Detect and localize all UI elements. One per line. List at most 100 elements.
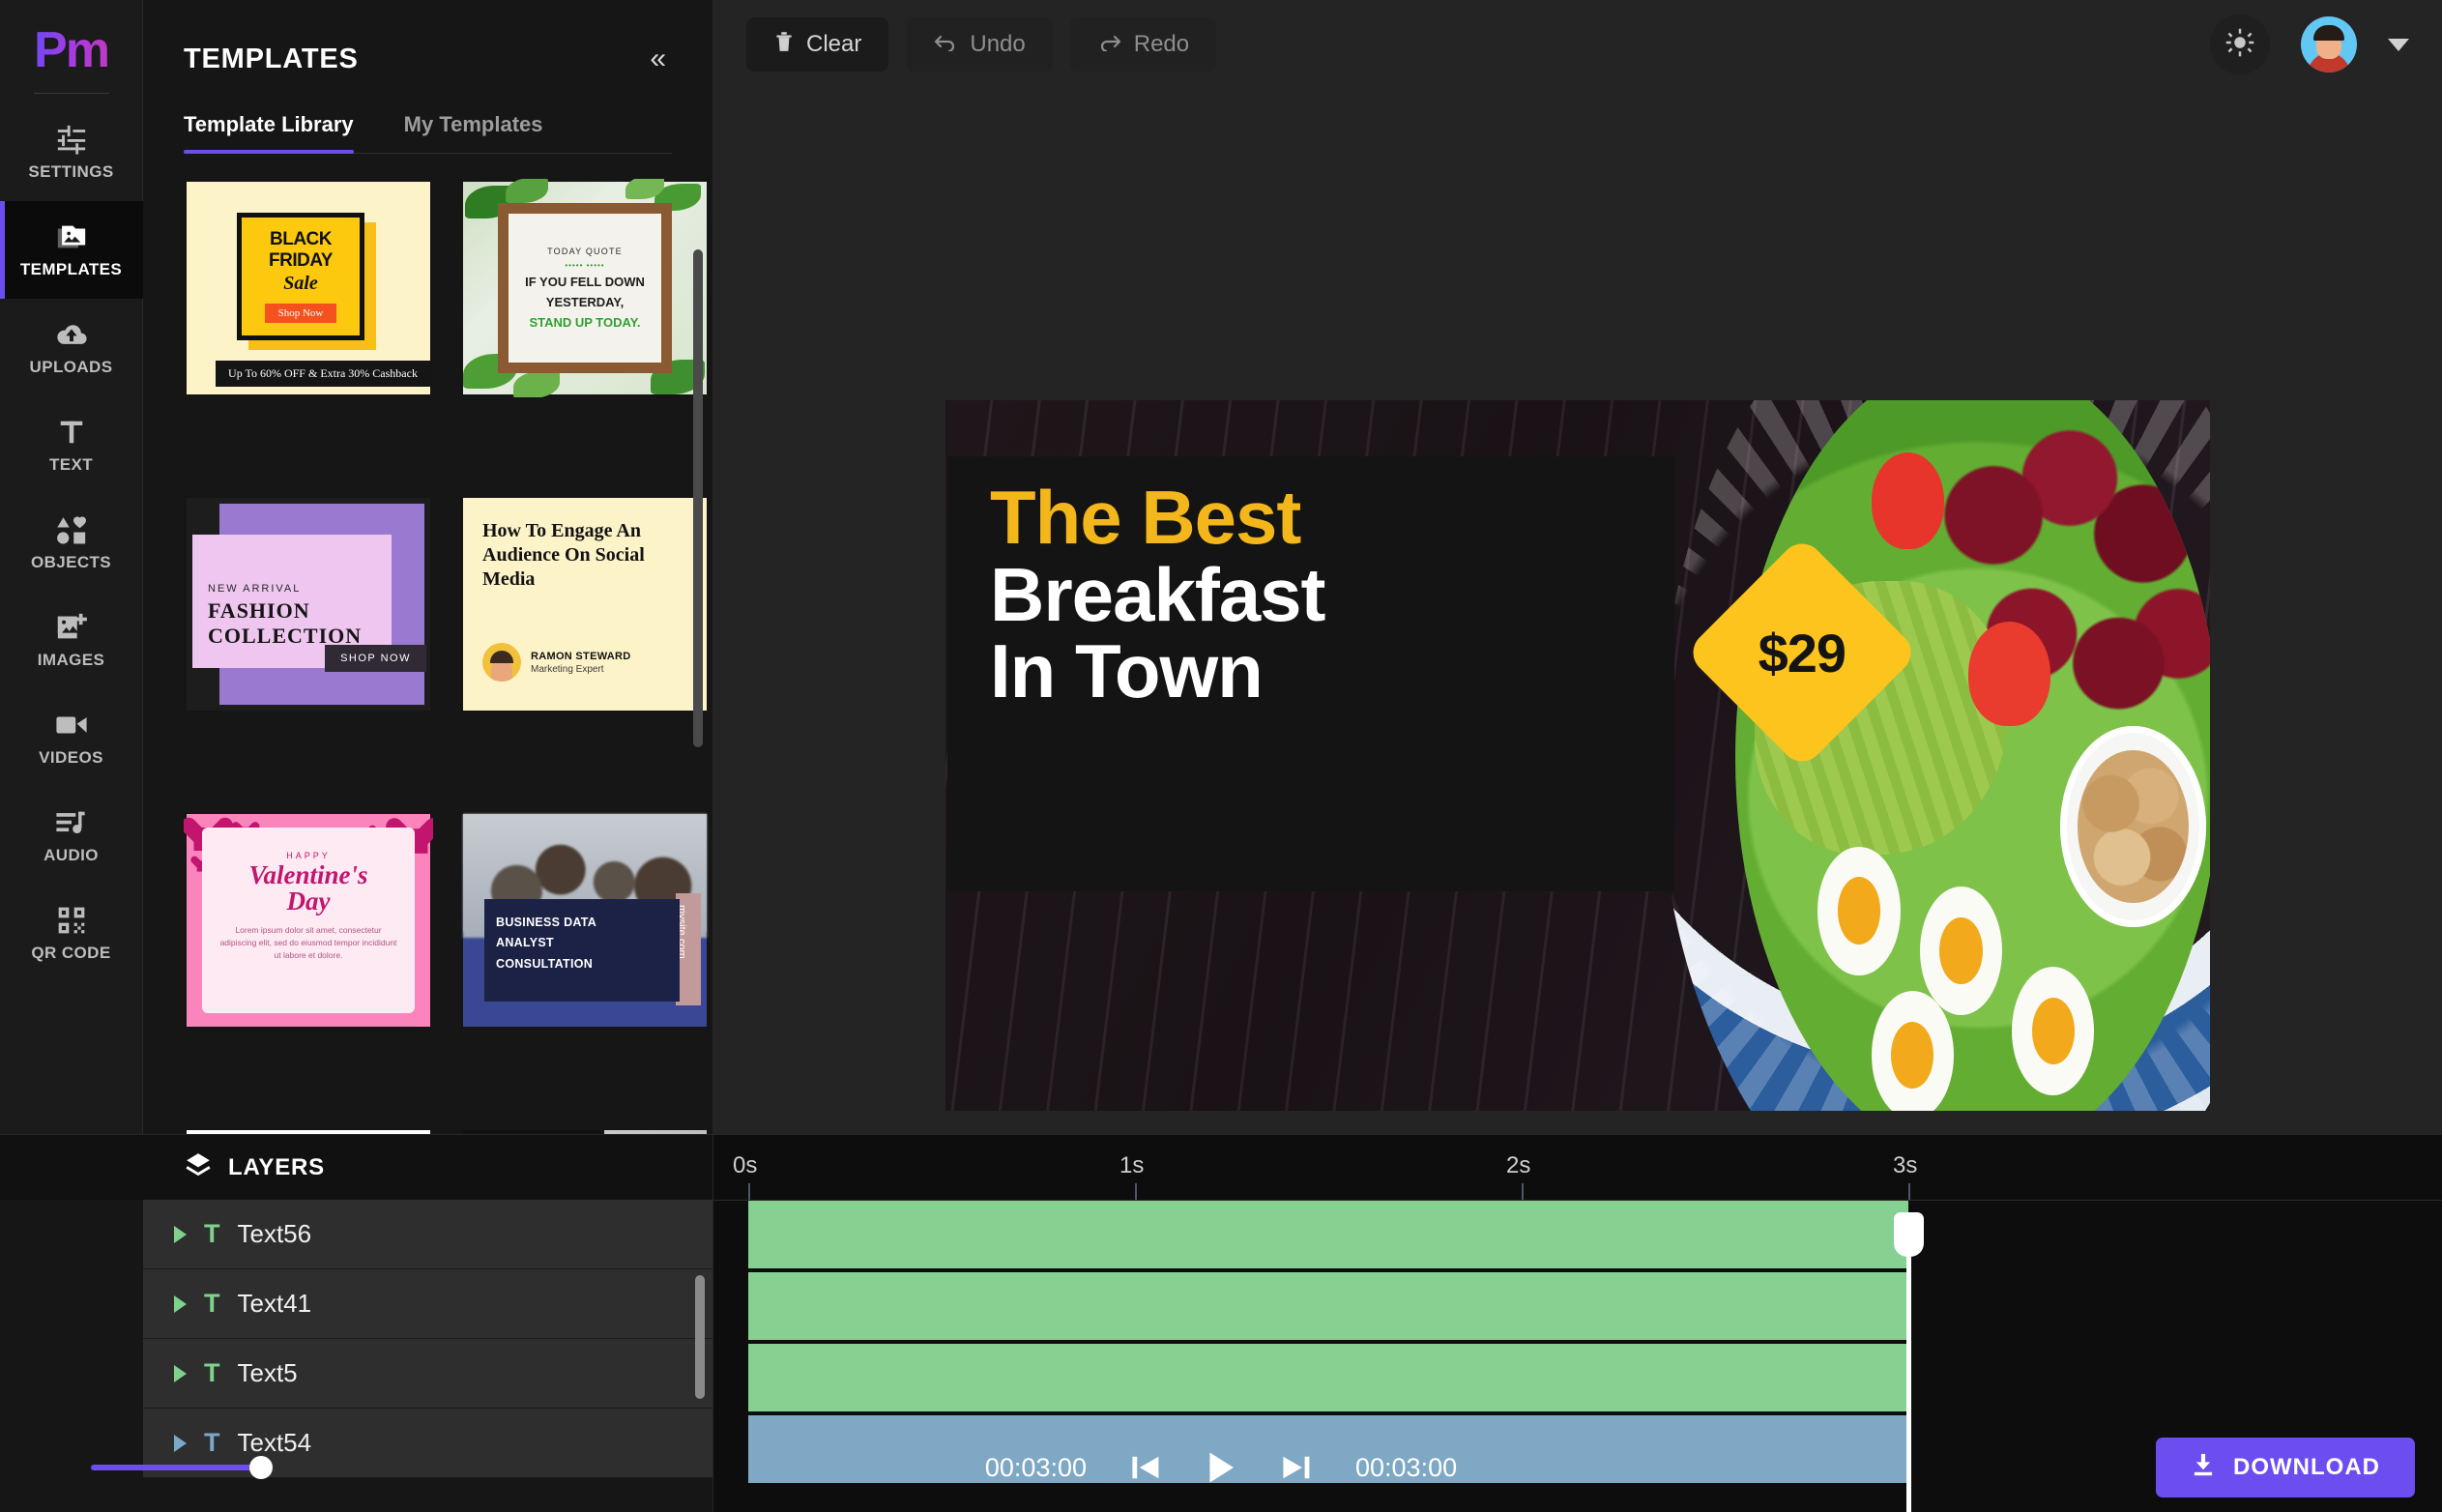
thumbnail: NEW ARRIVAL FASHION COLLECTION SHOP NOW: [187, 498, 430, 711]
tpl-text: Lorem ipsum dolor sit amet, consectetur …: [219, 925, 397, 960]
list-item[interactable]: T Text41: [143, 1269, 712, 1339]
thumbnail: How To Engage An Audience On Social Medi…: [463, 498, 707, 711]
cloud-upload-icon: [55, 318, 88, 351]
rail-label: TEMPLATES: [19, 260, 123, 278]
collapse-panel-icon[interactable]: «: [642, 41, 674, 77]
template-card-today-quote[interactable]: TODAY QUOTE ••••• ••••• IF YOU FELL DOWN…: [460, 179, 710, 397]
shapes-icon: [55, 513, 88, 546]
design-headline[interactable]: The Best Breakfast In Town: [990, 479, 1326, 714]
tpl-text: Valentine's: [248, 860, 368, 889]
timeline-ruler[interactable]: 0s 1s 2s 3s: [713, 1134, 2442, 1201]
tab-template-library[interactable]: Template Library: [184, 112, 354, 154]
top-toolbar: Clear Undo Redo: [713, 0, 2442, 89]
text-layer-icon: T: [204, 1289, 220, 1318]
skip-next-icon[interactable]: [1280, 1453, 1313, 1482]
tpl-text: BLACK: [270, 229, 333, 249]
rail-label: VIDEOS: [39, 748, 103, 767]
app-logo[interactable]: Pm: [34, 25, 110, 75]
download-button[interactable]: DOWNLOAD: [2156, 1438, 2415, 1497]
expand-caret-icon[interactable]: [174, 1294, 187, 1313]
timeline-clip[interactable]: [748, 1272, 1908, 1342]
headline-line-2: Breakfast: [990, 551, 1326, 637]
trash-icon: [773, 30, 795, 60]
rail-item-qr-code[interactable]: QR CODE: [0, 885, 143, 982]
headline-line-3: In Town: [990, 628, 1264, 714]
rail-item-images[interactable]: IMAGES: [0, 592, 143, 689]
tpl-text: HAPPY: [286, 851, 331, 860]
template-card-engage-audience[interactable]: How To Engage An Audience On Social Medi…: [460, 495, 710, 713]
volume-slider[interactable]: [91, 1456, 273, 1479]
slider-knob[interactable]: [249, 1456, 273, 1479]
avatar[interactable]: [2301, 16, 2357, 73]
templates-tabs: Template Library My Templates: [184, 112, 672, 154]
undo-arrow-icon: [933, 31, 958, 58]
rail-item-settings[interactable]: SETTINGS: [0, 103, 143, 201]
tpl-text: Marketing Expert: [531, 663, 604, 675]
list-item[interactable]: T Text5: [143, 1339, 712, 1409]
tpl-text: BUSINESS DATA: [496, 916, 597, 929]
rail-item-objects[interactable]: OBJECTS: [0, 494, 143, 592]
template-card-black-friday[interactable]: BLACK FRIDAY Sale Shop Now Up To 60% OFF…: [184, 179, 433, 397]
template-card-business-data-analyst[interactable]: mysite.com BUSINESS DATA ANALYST CONSULT…: [460, 811, 710, 1030]
tpl-text: Shop Now: [264, 304, 337, 323]
rail-item-audio[interactable]: AUDIO: [0, 787, 143, 885]
rail-label: QR CODE: [31, 944, 111, 962]
sliders-icon: [55, 123, 88, 156]
download-label: DOWNLOAD: [2233, 1454, 2380, 1480]
tpl-text: FASHION: [208, 598, 310, 623]
tpl-text: FRIDAY: [269, 250, 333, 271]
tick-label: 2s: [1506, 1152, 1531, 1178]
expand-caret-icon[interactable]: [174, 1364, 187, 1382]
layers-scrollbar[interactable]: [695, 1275, 705, 1512]
templates-folder-icon: [55, 220, 88, 253]
playhead-handle[interactable]: [1894, 1212, 1924, 1257]
theme-toggle-button[interactable]: [2210, 15, 2270, 74]
timeline-clip[interactable]: [748, 1344, 1908, 1413]
scrollbar-thumb[interactable]: [693, 249, 703, 747]
tpl-text: ANALYST: [496, 936, 554, 950]
clear-button[interactable]: Clear: [746, 17, 889, 72]
thumbnail: HAPPY Valentine's Day Lorem ipsum dolor …: [187, 814, 430, 1027]
template-card-valentines-day[interactable]: HAPPY Valentine's Day Lorem ipsum dolor …: [184, 811, 433, 1030]
chevron-down-icon[interactable]: [2388, 38, 2409, 51]
rail-label: UPLOADS: [29, 358, 113, 376]
tab-my-templates[interactable]: My Templates: [404, 112, 543, 153]
layer-name: Text54: [237, 1428, 312, 1457]
rail-item-uploads[interactable]: UPLOADS: [0, 299, 143, 396]
undo-label: Undo: [970, 31, 1026, 57]
text-layer-icon: T: [204, 1219, 220, 1248]
rail-item-text[interactable]: TEXT: [0, 396, 143, 494]
layers-diamond-icon: [184, 1152, 213, 1182]
total-time: 00:03:00: [1355, 1452, 1458, 1482]
expand-caret-icon[interactable]: [174, 1225, 187, 1243]
list-item[interactable]: T Text56: [143, 1200, 712, 1269]
rail-label: IMAGES: [37, 651, 105, 669]
scrollbar-thumb[interactable]: [695, 1275, 705, 1399]
undo-button[interactable]: Undo: [906, 17, 1053, 72]
upper-region: Pm SETTINGS TEMPLATES UPLOADS TEXT OBJEC…: [0, 0, 2442, 1512]
clear-label: Clear: [806, 31, 862, 57]
rail-item-videos[interactable]: VIDEOS: [0, 689, 143, 787]
template-card-fashion-collection[interactable]: NEW ARRIVAL FASHION COLLECTION SHOP NOW: [184, 495, 433, 713]
tpl-text: STAND UP TODAY.: [529, 315, 641, 331]
layers-panel-header: LAYERS: [0, 1134, 712, 1200]
artboard[interactable]: The Best Breakfast In Town $29: [945, 400, 2210, 1111]
tpl-text: How To Engage An Audience On Social Medi…: [482, 520, 645, 590]
rail-item-templates[interactable]: TEMPLATES: [0, 201, 143, 299]
redo-arrow-icon: [1097, 31, 1122, 58]
timeline-clip[interactable]: [748, 1201, 1908, 1270]
redo-button[interactable]: Redo: [1069, 17, 1217, 72]
rail-label: TEXT: [48, 455, 94, 474]
tpl-text: YESTERDAY,: [545, 295, 625, 309]
layers-panel: LAYERS T Text56 T Text41 T Text5 T Text5…: [0, 1134, 713, 1512]
app-root: Pm SETTINGS TEMPLATES UPLOADS TEXT OBJEC…: [0, 0, 2442, 1512]
skip-previous-icon[interactable]: [1129, 1453, 1162, 1482]
templates-panel-header: TEMPLATES «: [143, 0, 712, 77]
play-icon[interactable]: [1205, 1450, 1237, 1485]
expand-caret-icon[interactable]: [174, 1434, 187, 1452]
rail-label: SETTINGS: [28, 162, 114, 181]
timeline-playhead[interactable]: [1894, 1212, 1924, 1512]
tpl-text: CONSULTATION: [496, 956, 594, 971]
download-icon: [2191, 1452, 2216, 1484]
text-layer-icon: T: [204, 1428, 220, 1457]
